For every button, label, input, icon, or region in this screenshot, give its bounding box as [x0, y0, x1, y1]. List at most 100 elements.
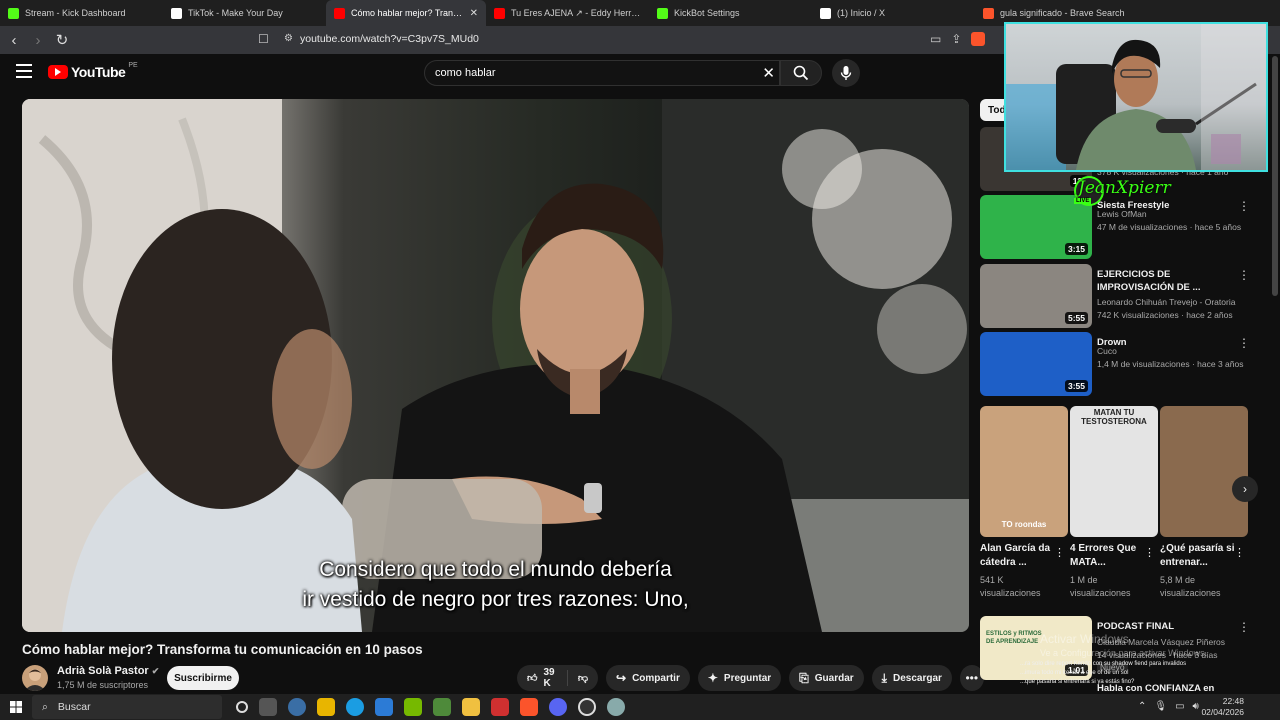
browser-tab[interactable]: Stream - Kick Dashboard [0, 0, 163, 26]
recommendation-item[interactable]: 5:55 EJERCICIOS DE IMPROVISACIÓN DE ... Le… [980, 264, 1250, 328]
back-icon[interactable]: ‹ [4, 30, 24, 50]
channel-avatar[interactable] [22, 665, 48, 691]
bookmark-icon[interactable]: ☐ [258, 32, 269, 46]
share-button[interactable]: ↪ Compartir [606, 665, 690, 691]
share-icon[interactable]: ⇪ [951, 32, 961, 46]
dislike-button[interactable]: 👎︎ [568, 665, 598, 691]
more-options-icon[interactable]: ⋮ [1238, 620, 1250, 634]
shelf-next-icon[interactable]: › [1232, 476, 1258, 502]
like-dislike-group: 👍︎ 39 K 👎︎ [517, 665, 598, 691]
subtitle-line: ir vestido de negro por tres razones: Un… [302, 588, 689, 611]
youtube-icon [494, 7, 505, 19]
like-button[interactable]: 👍︎ 39 K [517, 665, 567, 691]
video-thumbnail: 5:55 [980, 264, 1092, 328]
task-view-icon[interactable] [259, 698, 277, 716]
short-thumbnail: MATAN TU TESTOSTERONA [1070, 406, 1158, 537]
brave-shields-icon[interactable] [971, 32, 986, 46]
video-meta: 742 K visualizaciones · hace 2 años [1097, 310, 1233, 320]
more-options-icon[interactable]: ⋮ [1054, 546, 1065, 559]
recommendation-item[interactable]: 3:15 Siesta Freestyle Lewis OfMan 47 M de v… [980, 195, 1250, 259]
short-views: 541 K visualizaciones [980, 575, 1041, 598]
short-item[interactable]: ¿Qué pasaría si entrenar... 5,8 M de visu… [1160, 406, 1248, 598]
video-frame [22, 99, 969, 632]
store-icon[interactable] [317, 698, 335, 716]
browser-tab[interactable]: Cómo hablar mejor? Transfo ✕ [326, 0, 486, 26]
shorts-shelf: ¿Qué pasaría si entrenar... 5,8 M de visu… [980, 406, 1258, 606]
mail-icon[interactable] [375, 698, 393, 716]
video-duration: 3:55 [1064, 380, 1088, 392]
menu-icon[interactable] [16, 64, 32, 78]
video-thumbnail: 3:15 [980, 195, 1092, 259]
nvidia-icon[interactable] [404, 698, 422, 716]
windows-activation-watermark: Activar Windows [1040, 632, 1129, 646]
app-icon[interactable] [491, 698, 509, 716]
site-info-icon[interactable]: ⚙ [284, 33, 293, 44]
more-options-icon[interactable]: ⋮ [1238, 199, 1250, 213]
more-options-icon[interactable]: ⋮ [1238, 336, 1250, 350]
recommendation-item[interactable]: 3:55 Drown Cuco 1,4 M de visualizaciones · … [980, 332, 1250, 396]
short-title: 4 Errores Que MATA... [1070, 543, 1137, 568]
search-button[interactable] [780, 60, 822, 86]
taskbar-search[interactable]: ⌕ Buscar [32, 695, 222, 719]
download-button[interactable]: ⤓ Descargar [871, 665, 952, 691]
discord-icon[interactable] [549, 698, 567, 716]
video-title: Cómo hablar mejor? Transforma tu comunic… [22, 642, 423, 657]
youtube-logo[interactable]: YouTube PE [48, 62, 138, 80]
steam-icon[interactable] [607, 698, 625, 716]
close-tab-icon[interactable]: ✕ [470, 8, 478, 19]
windows-start-button[interactable] [0, 694, 32, 720]
edge-icon[interactable] [346, 698, 364, 716]
volume-icon[interactable]: 🔊︎ [1193, 701, 1199, 712]
chat-message: ...qué pasaria si entrenara si ya estás … [1020, 679, 1135, 685]
channel-name[interactable]: Adrià Solà Pastor ✔ [57, 665, 159, 677]
sparkle-icon: ✦ [707, 671, 718, 685]
streamer-name: JeanXpierr [1078, 178, 1171, 198]
clock[interactable]: 22:48 02/04/2026 [1201, 696, 1244, 718]
subscriber-count: 1,75 M de suscriptores [57, 680, 149, 690]
browser-tab[interactable]: Tu Eres AJENA ↗ - Eddy Herrera [V [486, 0, 649, 26]
microphone-icon[interactable]: 🎙︎ [1154, 701, 1167, 712]
ask-button[interactable]: ✦ Preguntar [697, 665, 782, 691]
tab-title: Cómo hablar mejor? Transfo [351, 8, 464, 18]
reload-icon[interactable]: ↻ [52, 30, 72, 50]
more-options-icon[interactable]: ⋮ [1144, 546, 1155, 559]
video-duration: 3:15 [1064, 243, 1088, 255]
network-icon[interactable]: ▭ [1175, 701, 1184, 712]
browser-tab[interactable]: TikTok - Make Your Day [163, 0, 326, 26]
download-icon: ⤓ [881, 670, 887, 685]
obs-icon[interactable] [578, 698, 596, 716]
more-options-icon[interactable]: ⋮ [1234, 546, 1245, 559]
channel-row: Adrià Solà Pastor ✔ 1,75 M de suscriptor… [22, 663, 984, 693]
search-icon: ⌕ [42, 700, 48, 713]
short-views: 5,8 M de visualizaciones [1160, 575, 1221, 598]
video-thumbnail: 3:55 [980, 332, 1092, 396]
address-bar[interactable]: youtube.com/watch?v=C3pv7S_MUd0 [300, 33, 479, 45]
short-item[interactable]: MATAN TU TESTOSTERONA 4 Errores Que MATA.… [1070, 406, 1158, 598]
tab-title: Stream - Kick Dashboard [25, 8, 126, 18]
browser-tab[interactable]: (1) Inicio / X [812, 0, 975, 26]
video-author: Leonardo Chihuán Trevejo - Oratoria [1097, 297, 1236, 307]
voice-search-button[interactable] [832, 59, 860, 87]
speedometer-icon[interactable] [288, 698, 306, 716]
subscribe-button[interactable]: Suscribirme [167, 666, 239, 690]
cortana-icon[interactable] [236, 701, 248, 713]
video-subtitles: Considero que todo el mundo debería ir v… [22, 555, 969, 615]
thumbnail-text: ESTILOS y RITMOS DE APRENDIZAJE [986, 631, 1042, 645]
cast-icon[interactable]: ▭ [930, 32, 941, 46]
search-input[interactable]: como hablar ✕ [424, 60, 780, 86]
clear-search-icon[interactable]: ✕ [762, 64, 775, 82]
kickbot-icon [657, 7, 668, 19]
chevron-up-icon[interactable]: ⌃ [1138, 701, 1146, 712]
video-player[interactable]: Considero que todo el mundo debería ir v… [22, 99, 969, 632]
minecraft-icon[interactable] [433, 698, 451, 716]
explorer-icon[interactable] [462, 698, 480, 716]
page-scrollbar[interactable] [1272, 56, 1278, 296]
more-options-icon[interactable]: ⋮ [1238, 268, 1250, 282]
browser-tab[interactable]: KickBot Settings [649, 0, 812, 26]
forward-icon[interactable]: › [28, 30, 48, 50]
verified-icon: ✔ [151, 666, 160, 676]
short-item[interactable]: TO roondas Alan García da cátedra ... 541 … [980, 406, 1068, 598]
save-button[interactable]: ⎘ Guardar [789, 665, 864, 691]
short-thumbnail: TO roondas [980, 406, 1068, 537]
brave-icon[interactable] [520, 698, 538, 716]
